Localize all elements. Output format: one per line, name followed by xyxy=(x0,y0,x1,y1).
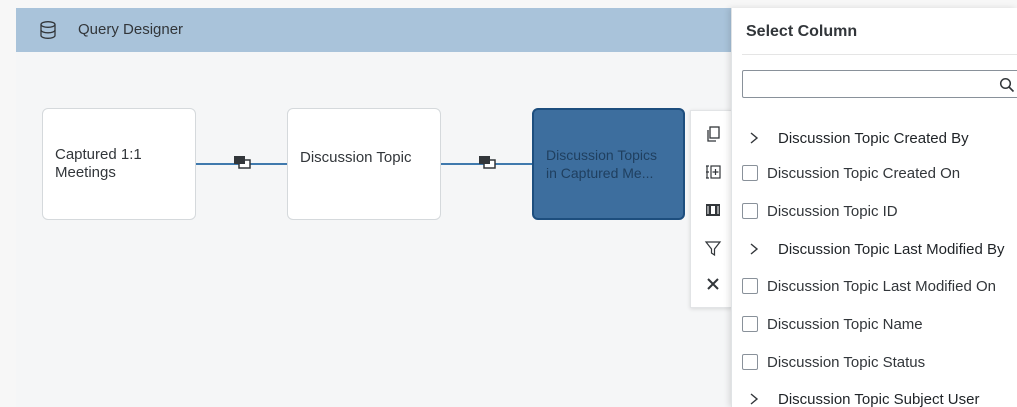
copy-icon[interactable] xyxy=(704,125,722,143)
app-header: Query Designer xyxy=(16,8,776,52)
column-list-item[interactable]: Discussion Topic Name xyxy=(742,312,923,336)
select-column-panel: Select Column Discussion Topic Created B… xyxy=(731,8,1017,407)
add-column-icon[interactable] xyxy=(704,163,722,181)
search-field[interactable] xyxy=(742,70,1017,98)
column-checkbox[interactable] xyxy=(742,354,758,370)
node-label: Discussion Topics in Captured Me... xyxy=(546,147,658,181)
column-list-item[interactable]: Discussion Topic Last Modified On xyxy=(742,274,996,298)
column-list-item[interactable]: Discussion Topic Status xyxy=(742,350,925,374)
column-label: Discussion Topic Name xyxy=(767,315,923,333)
column-list-item-expandable[interactable]: Discussion Topic Subject User xyxy=(742,387,979,407)
column-label: Discussion Topic Created By xyxy=(778,129,969,147)
close-icon[interactable] xyxy=(704,275,722,293)
chevron-right-icon[interactable] xyxy=(748,131,760,145)
search-icon[interactable] xyxy=(999,77,1015,93)
column-list-item[interactable]: Discussion Topic ID xyxy=(742,199,898,223)
columns-icon[interactable] xyxy=(704,201,722,219)
column-label: Discussion Topic Last Modified On xyxy=(767,277,996,295)
entity-node-selected[interactable]: Discussion Topics in Captured Me... xyxy=(532,108,685,220)
entity-node[interactable]: Captured 1:1 Meetings xyxy=(42,108,196,220)
column-label: Discussion Topic Status xyxy=(767,353,926,371)
chevron-right-icon[interactable] xyxy=(748,242,760,256)
database-icon xyxy=(40,21,56,39)
join-icon[interactable] xyxy=(478,154,496,170)
node-label: Discussion Topic xyxy=(300,149,412,166)
join-icon[interactable] xyxy=(233,154,251,170)
search-input[interactable] xyxy=(743,71,983,97)
chevron-right-icon[interactable] xyxy=(748,392,760,406)
column-checkbox[interactable] xyxy=(742,203,758,219)
column-list-item-expandable[interactable]: Discussion Topic Last Modified By xyxy=(742,237,1005,261)
node-action-toolbar xyxy=(690,110,732,308)
divider xyxy=(742,54,1017,55)
column-checkbox[interactable] xyxy=(742,165,758,181)
column-label: Discussion Topic Subject User xyxy=(778,390,980,407)
column-label: Discussion Topic Created On xyxy=(767,164,961,182)
panel-title: Select Column xyxy=(746,23,858,40)
column-label: Discussion Topic ID xyxy=(767,202,898,220)
entity-node[interactable]: Discussion Topic xyxy=(287,108,441,220)
column-checkbox[interactable] xyxy=(742,278,758,294)
page-title: Query Designer xyxy=(78,21,184,38)
query-canvas[interactable] xyxy=(16,52,776,407)
column-checkbox[interactable] xyxy=(742,316,758,332)
column-list-item-expandable[interactable]: Discussion Topic Created By xyxy=(742,126,969,150)
column-label: Discussion Topic Last Modified By xyxy=(778,240,1005,258)
node-label: Captured 1:1 Meetings xyxy=(55,146,142,181)
column-list-item[interactable]: Discussion Topic Created On xyxy=(742,161,960,185)
filter-icon[interactable] xyxy=(704,239,722,257)
